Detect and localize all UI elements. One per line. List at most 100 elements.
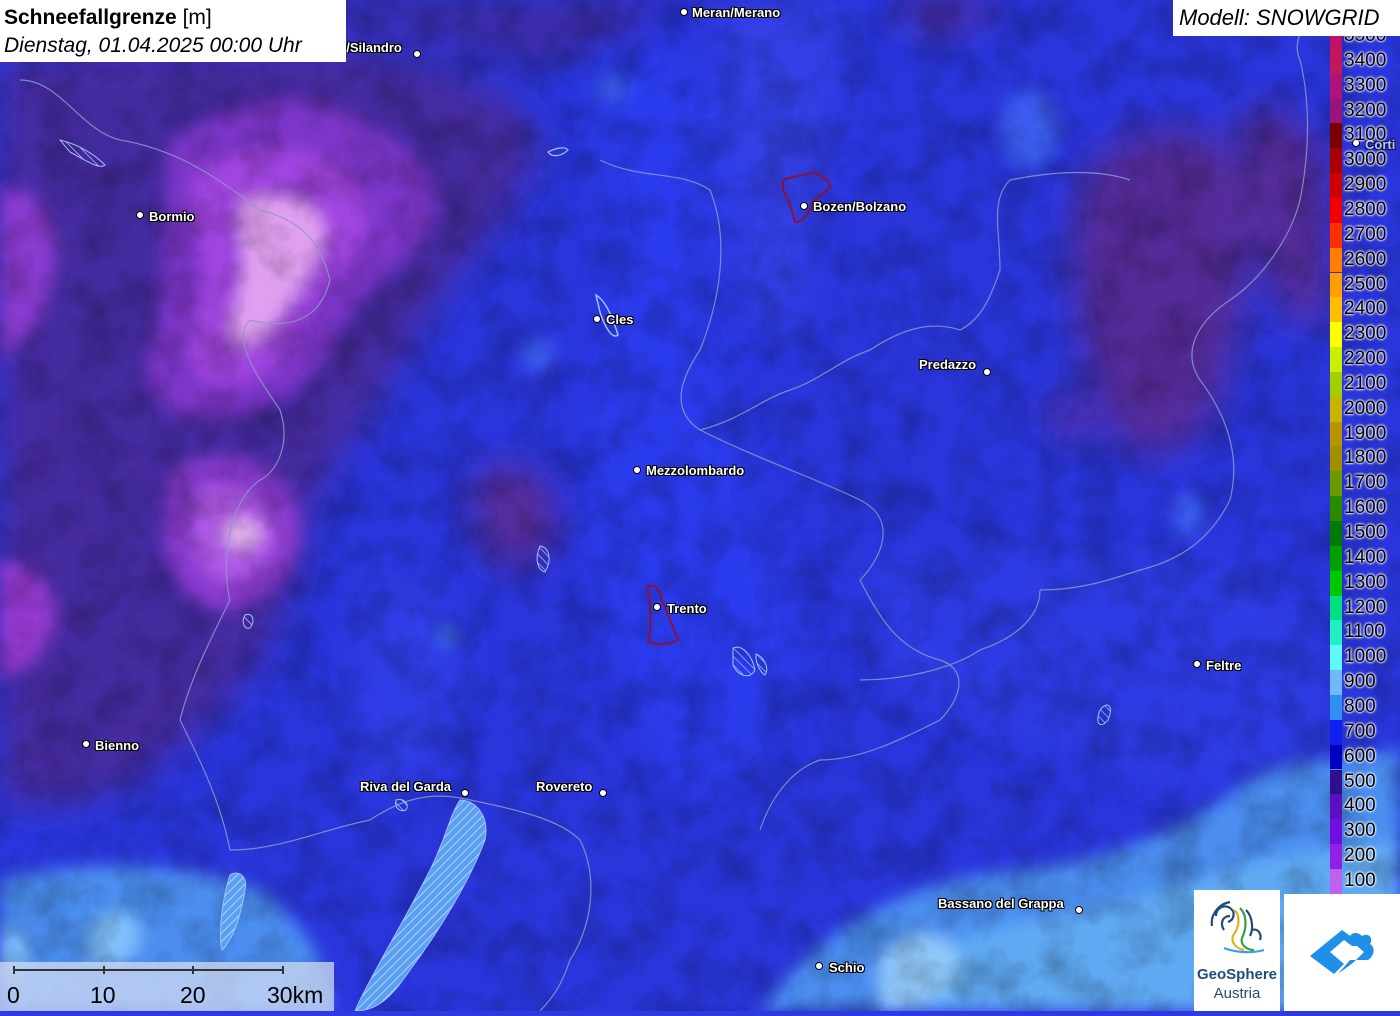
city-dot-bienno [82, 740, 90, 748]
city-dot-bormio [136, 211, 144, 219]
city-dot-feltre [1193, 660, 1201, 668]
legend-swatch-3500 [1330, 36, 1342, 49]
city-label-mezzolombardo[interactable]: Mezzolombardo [646, 463, 744, 478]
legend-label-3100: 3100 [1344, 124, 1387, 146]
map-unit: [m] [182, 6, 212, 29]
city-dot-riva [461, 789, 469, 797]
legend-label-800: 800 [1344, 695, 1376, 717]
color-legend: 3500 3400 3300 3200 3100 3000 2900 2800 2700 2600… [1328, 36, 1400, 894]
scale-label-0: 0 [7, 982, 20, 1008]
geosphere-emblem-icon [1210, 900, 1265, 954]
legend-swatch-3300 [1330, 73, 1342, 99]
city-label-silandro[interactable]: s/Silandro [339, 40, 402, 55]
legend-swatch-600 [1330, 744, 1342, 770]
legend-swatch-2400 [1330, 297, 1342, 323]
map-title: Schneefallgrenze [4, 6, 177, 29]
snow-mountain-icon [1310, 930, 1374, 974]
legend-label-2800: 2800 [1344, 198, 1387, 220]
legend-label-1800: 1800 [1344, 447, 1387, 469]
city-dot-schio [815, 962, 823, 970]
legend-swatch-300 [1330, 819, 1342, 845]
geosphere-country: Austria [1213, 985, 1261, 1002]
legend-swatch-400 [1330, 794, 1342, 820]
legend-swatch-2000 [1330, 396, 1342, 422]
scale-label-20: 20 [180, 982, 206, 1008]
city-label-bassano[interactable]: Bassano del Grappa [938, 896, 1064, 911]
legend-swatch-3000 [1330, 148, 1342, 174]
legend-label-2000: 2000 [1344, 397, 1387, 419]
city-label-meran[interactable]: Meran/Merano [692, 5, 780, 20]
city-dot-bassano [1075, 906, 1083, 914]
legend-label-700: 700 [1344, 720, 1376, 742]
legend-label-600: 600 [1344, 745, 1376, 767]
city-label-rovereto[interactable]: Rovereto [536, 779, 592, 794]
city-label-bormio[interactable]: Bormio [149, 209, 195, 224]
legend-label-200: 200 [1344, 845, 1376, 867]
city-dot-rovereto [599, 789, 607, 797]
snowfall-line-map[interactable] [0, 0, 1400, 1011]
legend-label-2700: 2700 [1344, 223, 1387, 245]
legend-swatch-1600 [1330, 496, 1342, 521]
legend-swatch-500 [1330, 769, 1342, 795]
geosphere-name: GeoSphere [1196, 966, 1278, 983]
city-label-predazzo[interactable]: Predazzo [919, 357, 976, 372]
city-label-riva[interactable]: Riva del Garda [360, 779, 451, 794]
legend-swatch-3400 [1330, 48, 1342, 74]
snow-app-logo[interactable] [1284, 894, 1400, 1011]
legend-swatch-2200 [1330, 347, 1342, 372]
legend-swatch-2500 [1330, 272, 1342, 298]
city-dot-cles [593, 315, 601, 323]
legend-swatch-2600 [1330, 247, 1342, 273]
scale-label-10: 10 [90, 982, 116, 1008]
legend-label-3200: 3200 [1344, 99, 1387, 121]
legend-swatch-2300 [1330, 322, 1342, 348]
legend-label-1500: 1500 [1344, 522, 1387, 543]
legend-label-1100: 1100 [1344, 621, 1385, 643]
legend-swatch-100 [1330, 868, 1342, 894]
legend-label-1000: 1000 [1344, 646, 1387, 668]
legend-label-500: 500 [1344, 770, 1376, 792]
legend-label-3000: 3000 [1344, 149, 1387, 171]
city-label-cles[interactable]: Cles [606, 312, 633, 327]
scale-bar: 0 10 20 30km [0, 962, 334, 1011]
legend-swatch-700 [1330, 719, 1342, 745]
legend-label-100: 100 [1344, 869, 1376, 891]
legend-swatch-1000 [1330, 645, 1342, 671]
city-dot-meran [680, 8, 688, 16]
legend-label-2900: 2900 [1344, 174, 1387, 196]
legend-label-2500: 2500 [1344, 273, 1387, 295]
legend-label-900: 900 [1344, 671, 1376, 693]
legend-label-3400: 3400 [1344, 49, 1387, 71]
legend-label-2400: 2400 [1344, 298, 1387, 320]
legend-label-2300: 2300 [1344, 323, 1387, 345]
city-label-schio[interactable]: Schio [829, 960, 864, 975]
legend-label-2200: 2200 [1344, 348, 1387, 370]
city-dot-predazzo [983, 368, 991, 376]
legend-swatch-1700 [1330, 471, 1342, 497]
legend-swatch-2900 [1330, 173, 1342, 198]
legend-swatch-200 [1330, 844, 1342, 869]
city-label-bienno[interactable]: Bienno [95, 738, 139, 753]
city-label-trento[interactable]: Trento [667, 601, 707, 616]
legend-swatch-1800 [1330, 446, 1342, 472]
legend-swatch-800 [1330, 694, 1342, 720]
legend-swatch-2800 [1330, 197, 1342, 223]
city-dot-bozen [800, 202, 808, 210]
city-dot-silandro [413, 50, 421, 58]
legend-swatch-1900 [1330, 421, 1342, 447]
legend-swatch-3100 [1330, 123, 1342, 149]
legend-swatch-2100 [1330, 371, 1342, 397]
map-title-box: Schneefallgrenze [m] Dienstag, 01.04.202… [0, 0, 346, 62]
legend-label-1200: 1200 [1344, 596, 1387, 618]
model-label: Modell: SNOWGRID [1173, 0, 1400, 36]
legend-swatch-1300 [1330, 570, 1342, 596]
legend-label-3300: 3300 [1344, 74, 1387, 96]
city-label-feltre[interactable]: Feltre [1206, 658, 1241, 673]
legend-label-1400: 1400 [1344, 546, 1387, 568]
city-label-bozen[interactable]: Bozen/Bolzano [813, 199, 906, 214]
terrain-shading [0, 0, 1400, 1011]
geosphere-logo[interactable]: GeoSphere Austria [1194, 890, 1280, 1011]
legend-label-2100: 2100 [1344, 372, 1387, 394]
legend-label-300: 300 [1344, 820, 1376, 842]
legend-label-400: 400 [1344, 795, 1376, 817]
